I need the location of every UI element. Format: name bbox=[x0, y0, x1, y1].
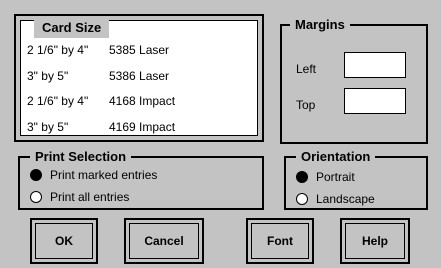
portrait-label: Portrait bbox=[316, 170, 355, 184]
help-button-label: Help bbox=[361, 234, 388, 248]
card-type-label: 4169 Impact bbox=[109, 120, 176, 134]
list-item[interactable]: 2 1/6" by 4" 5385 Laser bbox=[27, 43, 169, 57]
print-selection-group: Print Selection Print marked entries Pri… bbox=[18, 148, 264, 210]
print-marked-label: Print marked entries bbox=[50, 168, 158, 182]
ok-button[interactable]: OK bbox=[30, 218, 98, 264]
print-marked-option[interactable]: Print marked entries bbox=[30, 168, 157, 182]
card-type-label: 5386 Laser bbox=[109, 69, 170, 83]
landscape-option[interactable]: Landscape bbox=[296, 192, 375, 206]
font-button-label: Font bbox=[267, 234, 293, 248]
landscape-label: Landscape bbox=[316, 192, 375, 206]
radio-selected-icon[interactable] bbox=[296, 171, 308, 183]
top-margin-label: Top bbox=[296, 98, 316, 112]
top-margin-input[interactable] bbox=[344, 88, 406, 114]
card-size-label: 2 1/6" by 4" bbox=[27, 43, 89, 57]
left-margin-input[interactable] bbox=[344, 52, 406, 78]
card-size-label: 2 1/6" by 4" bbox=[27, 94, 89, 108]
radio-unselected-icon[interactable] bbox=[296, 193, 308, 205]
print-all-label: Print all entries bbox=[50, 190, 130, 204]
list-item[interactable]: 3" by 5" 5386 Laser bbox=[27, 69, 169, 83]
card-type-label: 5385 Laser bbox=[109, 43, 170, 57]
font-button[interactable]: Font bbox=[246, 218, 314, 264]
orientation-group: Orientation Portrait Landscape bbox=[284, 148, 428, 210]
margins-legend: Margins bbox=[290, 16, 350, 34]
card-size-group: 2 1/6" by 4" 5385 Laser 3" by 5" 5386 Lase… bbox=[14, 14, 264, 142]
radio-selected-icon[interactable] bbox=[30, 169, 42, 181]
card-size-legend: Card Size bbox=[34, 18, 110, 38]
orientation-legend: Orientation bbox=[296, 148, 376, 166]
portrait-option[interactable]: Portrait bbox=[296, 170, 355, 184]
card-size-label: 3" by 5" bbox=[27, 120, 69, 134]
margins-group: Margins Left Top bbox=[280, 16, 428, 144]
radio-unselected-icon[interactable] bbox=[30, 191, 42, 203]
left-margin-label: Left bbox=[296, 62, 317, 76]
print-selection-legend: Print Selection bbox=[30, 148, 132, 166]
cancel-button-label: Cancel bbox=[144, 234, 184, 248]
cancel-button[interactable]: Cancel bbox=[124, 218, 204, 264]
ok-button-label: OK bbox=[55, 234, 73, 248]
help-button[interactable]: Help bbox=[340, 218, 410, 264]
list-item[interactable]: 3" by 5" 4169 Impact bbox=[27, 120, 175, 134]
card-type-label: 4168 Impact bbox=[109, 94, 176, 108]
card-size-label: 3" by 5" bbox=[27, 69, 69, 83]
list-item[interactable]: 2 1/6" by 4" 4168 Impact bbox=[27, 94, 175, 108]
print-all-option[interactable]: Print all entries bbox=[30, 190, 129, 204]
